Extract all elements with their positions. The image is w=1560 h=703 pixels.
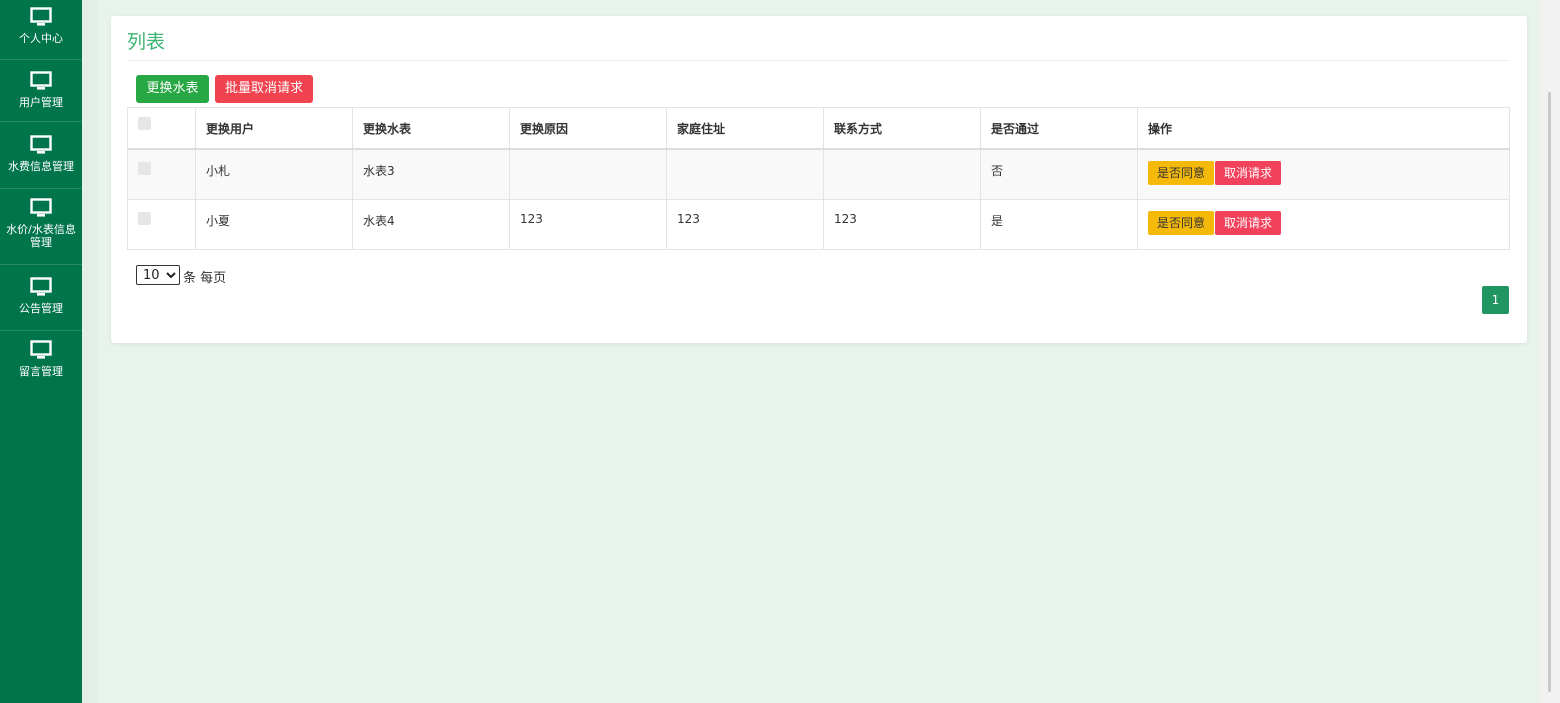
row-checkbox[interactable]: [138, 211, 151, 225]
request-table: 更换用户 更换水表 更换原因 家庭住址 联系方式 是否通过 操作 小札 水表3 …: [127, 107, 1510, 250]
replace-meter-button[interactable]: 更换水表: [136, 75, 209, 103]
monitor-icon: [30, 277, 52, 296]
header-user: 更换用户: [195, 107, 353, 150]
cell-meter: 水表4: [352, 198, 510, 250]
header-meter: 更换水表: [352, 107, 510, 150]
cell-contact: 123: [823, 198, 981, 250]
cell-actions: 是否同意 取消请求: [1137, 198, 1510, 250]
vertical-scrollbar[interactable]: [1540, 0, 1560, 703]
page-title: 列表: [127, 31, 166, 53]
sidebar-item-announcement-management[interactable]: 公告管理: [0, 276, 82, 315]
monitor-icon: [30, 135, 52, 154]
cell-reason: 123: [509, 198, 667, 250]
page-size-select[interactable]: 10: [136, 265, 180, 285]
sidebar-divider: [0, 264, 82, 265]
sidebar-item-water-fee-management[interactable]: 水费信息管理: [0, 134, 82, 173]
sidebar-divider: [0, 121, 82, 122]
sidebar-item-message-management[interactable]: 留言管理: [0, 339, 82, 378]
page-number-button[interactable]: 1: [1482, 286, 1509, 314]
monitor-icon: [30, 7, 52, 26]
monitor-icon: [30, 340, 52, 359]
monitor-icon: [30, 198, 52, 217]
sidebar-divider: [0, 188, 82, 189]
cell-actions: 是否同意 取消请求: [1137, 148, 1510, 200]
cell-address: 123: [666, 198, 824, 250]
cell-passed: 是: [980, 198, 1138, 250]
cell-passed: 否: [980, 148, 1138, 200]
sidebar-item-personal-center[interactable]: 个人中心: [0, 6, 82, 45]
sidebar-item-label: 用户管理: [19, 96, 63, 109]
header-passed: 是否通过: [980, 107, 1138, 150]
row-select-cell: [127, 198, 196, 250]
sidebar-item-label: 公告管理: [19, 302, 63, 315]
sidebar-item-user-management[interactable]: 用户管理: [0, 70, 82, 109]
table-header-row: 更换用户 更换水表 更换原因 家庭住址 联系方式 是否通过 操作: [127, 107, 1510, 150]
select-all-checkbox[interactable]: [138, 117, 151, 130]
content-gutter: [82, 0, 98, 703]
row-checkbox[interactable]: [138, 162, 151, 175]
header-address: 家庭住址: [666, 107, 824, 150]
cell-user: 小夏: [195, 198, 353, 250]
list-panel: 列表 更换水表 批量取消请求 更换用户 更换水表 更换原因 家庭住址 联系方式 …: [111, 16, 1527, 343]
sidebar-divider: [0, 330, 82, 331]
cell-user: 小札: [195, 148, 353, 200]
monitor-icon: [30, 71, 52, 90]
table-row: 小夏 水表4 123 123 123 是 是否同意 取消请求: [127, 198, 1510, 250]
sidebar-item-label: 水价/水表信息管理: [6, 223, 76, 249]
row-select-cell: [127, 148, 196, 200]
cell-contact: [823, 148, 981, 200]
cell-address: [666, 148, 824, 200]
cell-reason: [509, 148, 667, 200]
sidebar-item-price-meter-management[interactable]: 水价/水表信息管理: [0, 197, 82, 249]
approve-button[interactable]: 是否同意: [1148, 210, 1214, 235]
table-row: 小札 水表3 否 是否同意 取消请求: [127, 148, 1510, 200]
approve-button[interactable]: 是否同意: [1148, 161, 1214, 185]
header-reason: 更换原因: [509, 107, 667, 150]
sidebar-item-label: 个人中心: [19, 32, 63, 45]
title-divider: [127, 60, 1509, 61]
sidebar-item-label: 留言管理: [19, 365, 63, 378]
cancel-request-button[interactable]: 取消请求: [1215, 210, 1281, 235]
sidebar: 个人中心 用户管理 水费信息管理 水价/水表信息管理 公告管理 留言管理: [0, 0, 82, 703]
cell-meter: 水表3: [352, 148, 510, 200]
header-contact: 联系方式: [823, 107, 981, 150]
batch-cancel-button[interactable]: 批量取消请求: [215, 75, 313, 103]
scrollbar-thumb[interactable]: [1548, 92, 1551, 692]
header-actions: 操作: [1137, 107, 1510, 150]
cancel-request-button[interactable]: 取消请求: [1215, 161, 1281, 185]
per-page-label: 条 每页: [183, 271, 227, 286]
header-select-all: [127, 107, 196, 150]
sidebar-divider: [0, 59, 82, 60]
sidebar-item-label: 水费信息管理: [8, 160, 74, 173]
